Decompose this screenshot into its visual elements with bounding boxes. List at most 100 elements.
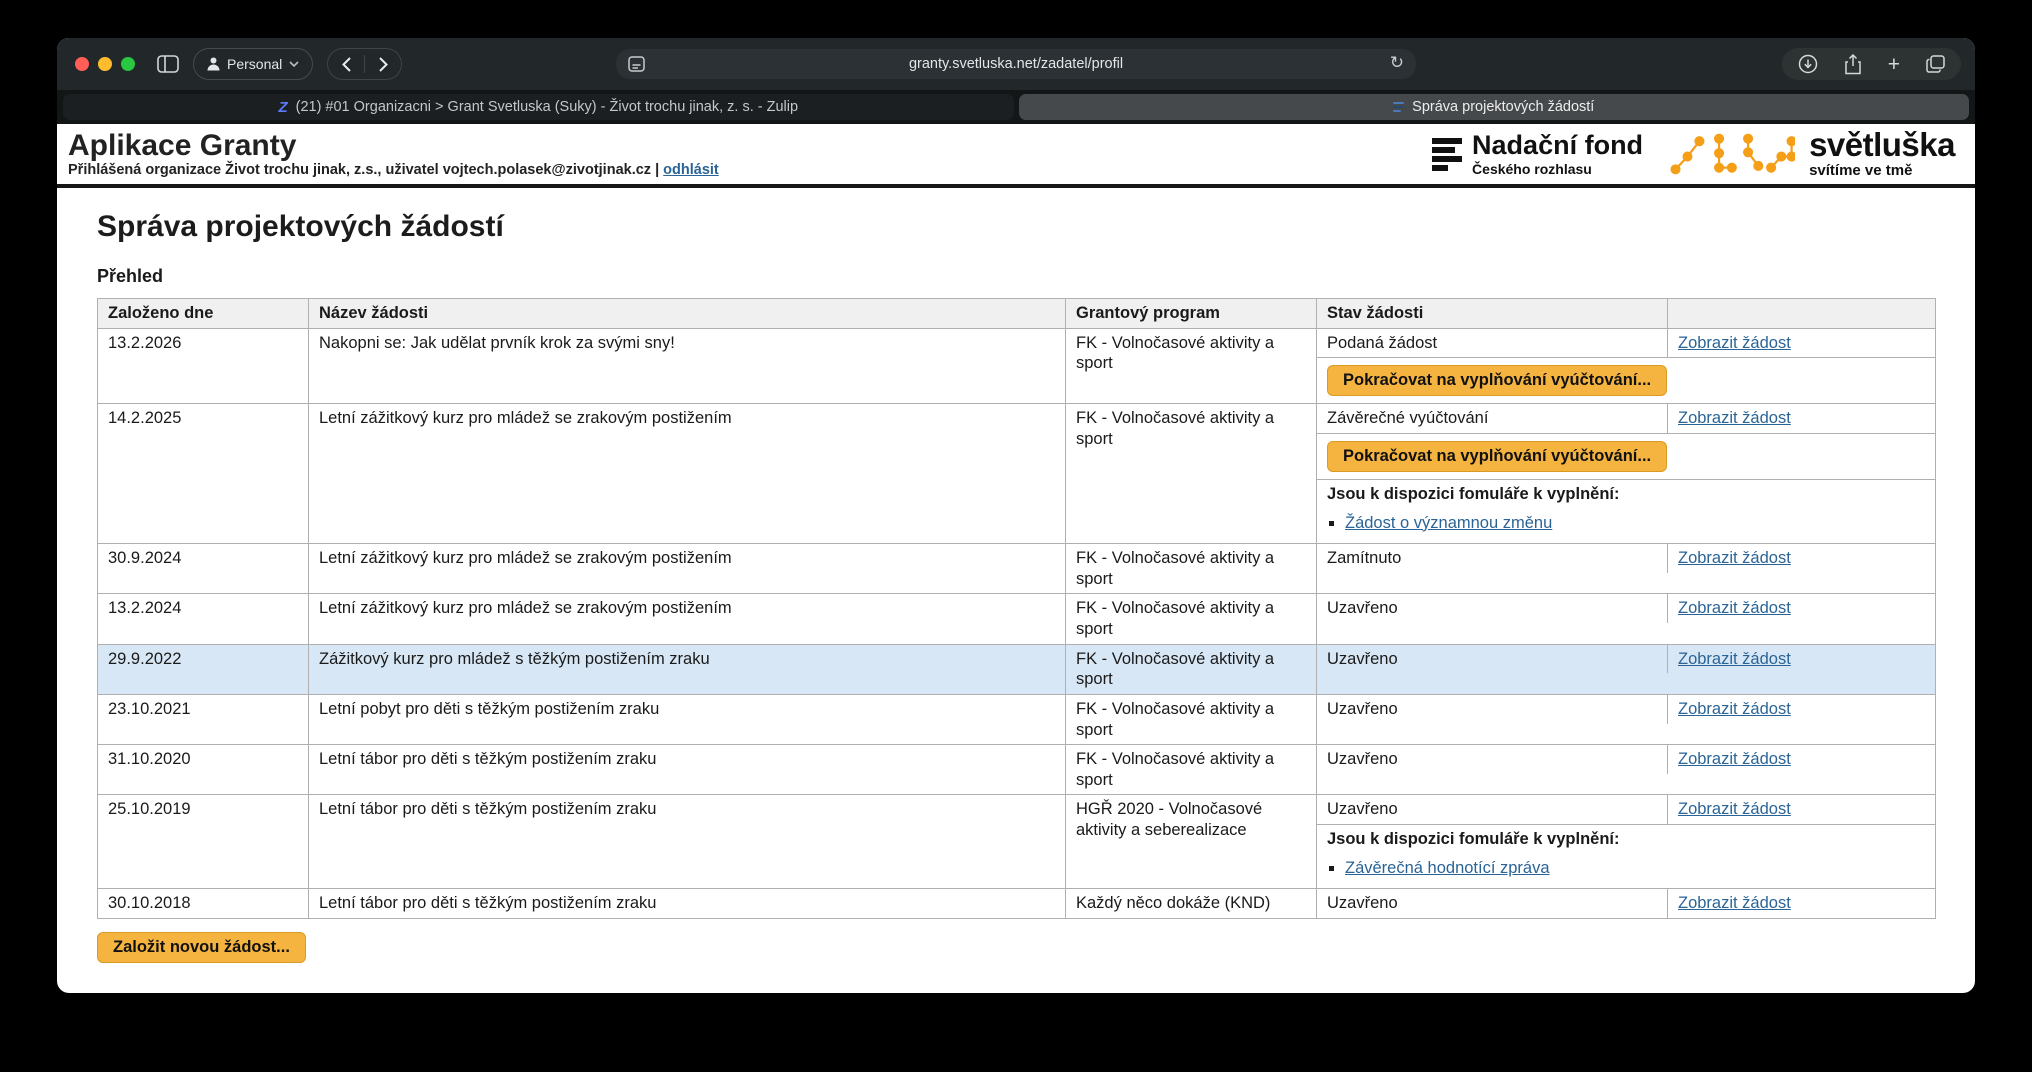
request-program-cell: Každý něco dokáže (KND) [1066, 889, 1317, 919]
view-request-link[interactable]: Zobrazit žádost [1678, 700, 1791, 718]
svetluska-constellation-icon [1667, 128, 1795, 180]
page-format-icon[interactable] [628, 56, 645, 76]
nadacni-fond-logo: Nadační fond Českého rozhlasu [1432, 132, 1643, 177]
status-line: Uzavřeno Zobrazit žádost [1317, 889, 1935, 918]
request-status-cell: Uzavřeno Zobrazit žádost [1317, 594, 1936, 644]
svetluska-subtitle: svítíme ve tmě [1809, 162, 1955, 179]
view-request-cell: Zobrazit žádost [1668, 329, 1935, 358]
request-name-cell: Nakopni se: Jak udělat prvník krok za sv… [309, 328, 1066, 404]
new-tab-icon[interactable]: + [1888, 48, 1900, 80]
request-row: 23.10.2021Letní pobyt pro děti s těžkým … [98, 694, 1936, 744]
request-program-cell: FK - Volnočasové aktivity a sport [1066, 594, 1317, 644]
form-link[interactable]: Žádost o významnou změnu [1345, 514, 1552, 532]
request-status-cell: Uzavřeno Zobrazit žádost [1317, 694, 1936, 744]
forms-list: Žádost o významnou změnu [1345, 513, 1925, 534]
sidebar-toggle-icon[interactable] [157, 48, 179, 80]
request-status-text: Uzavřeno [1317, 594, 1668, 623]
forms-available-label: Jsou k dispozici fomuláře k vyplnění: [1327, 829, 1925, 850]
request-status-text: Uzavřeno [1317, 645, 1668, 674]
toolbar-actions: + [1782, 48, 1961, 80]
request-name-cell: Letní tábor pro děti s těžkým postižením… [309, 745, 1066, 795]
request-date-cell: 29.9.2022 [98, 644, 309, 694]
request-date-cell: 31.10.2020 [98, 745, 309, 795]
column-header: Název žádosti [309, 299, 1066, 329]
view-request-link[interactable]: Zobrazit žádost [1678, 409, 1791, 427]
tab-label: Správa projektových žádostí [1412, 99, 1594, 115]
request-status-cell: ZamítnutoZobrazit žádost [1317, 544, 1936, 594]
forms-available: Jsou k dispozici fomuláře k vyplnění: Žád… [1317, 479, 1935, 543]
view-request-cell: Zobrazit žádost [1668, 594, 1935, 623]
close-window-button[interactable] [75, 57, 89, 71]
request-row: 30.10.2018Letní tábor pro děti s těžkým … [98, 889, 1936, 919]
logged-in-user-text: Přihlášená organizace Život trochu jinak… [68, 162, 659, 178]
status-line: Uzavřeno Zobrazit žádost [1317, 594, 1935, 623]
request-status-text: Uzavřeno [1317, 889, 1668, 918]
continue-settlement-row: Pokračovat na vyplňování vyúčtování... [1317, 433, 1935, 479]
request-status-text: Uzavřeno [1317, 695, 1668, 724]
request-name-cell: Zážitkový kurz pro mládež s těžkým posti… [309, 644, 1066, 694]
column-header: Grantový program [1066, 299, 1317, 329]
logout-link[interactable]: odhlásit [663, 162, 719, 178]
downloads-icon[interactable] [1798, 48, 1818, 80]
requests-table: Založeno dneNázev žádostiGrantový progra… [97, 298, 1936, 919]
czech-radio-icon [1432, 138, 1462, 171]
tab-granty-active[interactable]: Správa projektových žádostí [1019, 94, 1970, 120]
nadacni-fond-title: Nadační fond [1472, 132, 1643, 159]
forms-available-label: Jsou k dispozici fomuláře k vyplnění: [1327, 484, 1925, 505]
forward-button[interactable] [365, 49, 401, 79]
request-name-cell: Letní pobyt pro děti s těžkým postižením… [309, 694, 1066, 744]
tab-zulip[interactable]: Z (21) #01 Organizacni > Grant Svetluska… [63, 94, 1014, 120]
request-status-cell: Uzavřeno Zobrazit žádost [1317, 745, 1936, 795]
status-line: Podaná žádostZobrazit žádost [1317, 329, 1935, 358]
request-status-cell: UzavřenoZobrazit žádostJsou k dispozici … [1317, 795, 1936, 889]
url-text: granty.svetluska.net/zadatel/profil [909, 56, 1123, 72]
share-icon[interactable] [1844, 48, 1862, 80]
request-row: 13.2.2026Nakopni se: Jak udělat prvník k… [98, 328, 1936, 404]
request-status-cell: Uzavřeno Zobrazit žádost [1317, 644, 1936, 694]
granty-favicon [1393, 102, 1404, 112]
zoom-window-button[interactable] [121, 57, 135, 71]
request-date-cell: 13.2.2026 [98, 328, 309, 404]
view-request-link[interactable]: Zobrazit žádost [1678, 894, 1791, 912]
view-request-cell: Zobrazit žádost [1668, 795, 1935, 824]
column-header: Založeno dne [98, 299, 309, 329]
svetluska-logo: světluška svítíme ve tmě [1667, 128, 1955, 180]
request-date-cell: 13.2.2024 [98, 594, 309, 644]
new-request-button[interactable]: Založit novou žádost... [97, 932, 306, 963]
request-date-cell: 14.2.2025 [98, 404, 309, 544]
view-request-cell: Zobrazit žádost [1668, 745, 1935, 774]
request-program-cell: FK - Volnočasové aktivity a sport [1066, 404, 1317, 544]
requests-table-header-row: Založeno dneNázev žádostiGrantový progra… [98, 299, 1936, 329]
column-header: Stav žádosti [1317, 299, 1668, 329]
tab-bar: Z (21) #01 Organizacni > Grant Svetluska… [57, 90, 1975, 124]
forms-list-item: Závěrečná hodnotící zpráva [1345, 858, 1925, 879]
minimize-window-button[interactable] [98, 57, 112, 71]
nadacni-fond-subtitle: Českého rozhlasu [1472, 161, 1643, 177]
address-bar[interactable]: granty.svetluska.net/zadatel/profil ↻ [616, 49, 1416, 79]
continue-settlement-button[interactable]: Pokračovat na vyplňování vyúčtování... [1327, 441, 1667, 472]
request-name-cell: Letní tábor pro děti s těžkým postižením… [309, 889, 1066, 919]
form-link[interactable]: Závěrečná hodnotící zpráva [1345, 859, 1550, 877]
app-title: Aplikace Granty [68, 130, 719, 162]
view-request-link[interactable]: Zobrazit žádost [1678, 334, 1791, 352]
back-button[interactable] [328, 49, 364, 79]
status-line: ZamítnutoZobrazit žádost [1317, 544, 1935, 573]
request-row: 13.2.2024Letní zážitkový kurz pro mládež… [98, 594, 1936, 644]
request-status-text: Uzavřeno [1317, 745, 1668, 774]
view-request-link[interactable]: Zobrazit žádost [1678, 549, 1791, 567]
view-request-link[interactable]: Zobrazit žádost [1678, 800, 1791, 818]
continue-settlement-row: Pokračovat na vyplňování vyúčtování... [1317, 357, 1935, 403]
request-row: 29.9.2022Zážitkový kurz pro mládež s těž… [98, 644, 1936, 694]
view-request-link[interactable]: Zobrazit žádost [1678, 750, 1791, 768]
profile-switcher[interactable]: Personal [193, 48, 313, 80]
page-title: Správa projektových žádostí [97, 210, 1935, 244]
view-request-link[interactable]: Zobrazit žádost [1678, 650, 1791, 668]
continue-settlement-button[interactable]: Pokračovat na vyplňování vyúčtování... [1327, 365, 1667, 396]
view-request-link[interactable]: Zobrazit žádost [1678, 599, 1791, 617]
request-status-cell: Podaná žádostZobrazit žádost Pokračovat n… [1317, 328, 1936, 404]
request-date-cell: 30.9.2024 [98, 544, 309, 594]
request-row: 30.9.2024Letní zážitkový kurz pro mládež… [98, 544, 1936, 594]
forms-list: Závěrečná hodnotící zpráva [1345, 858, 1925, 879]
tab-overview-icon[interactable] [1926, 48, 1945, 80]
reload-icon[interactable]: ↻ [1390, 53, 1404, 73]
